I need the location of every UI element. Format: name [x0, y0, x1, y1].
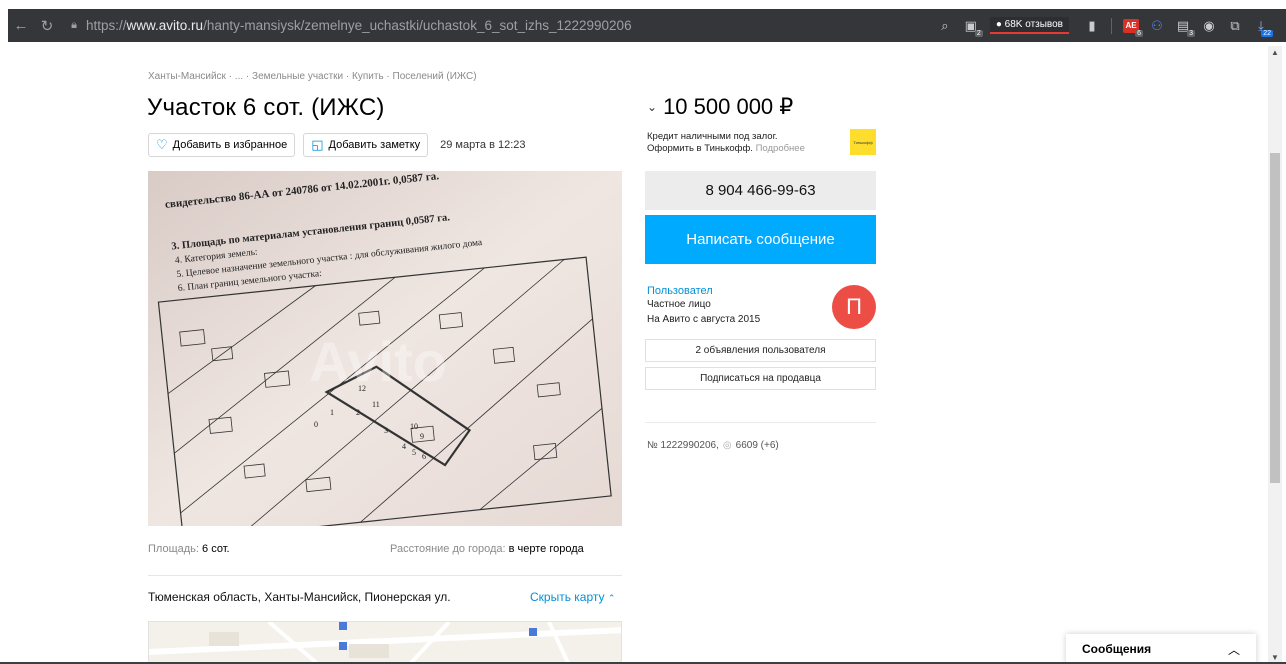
search-icon[interactable]: ⌕ — [932, 16, 958, 36]
download-icon[interactable]: ⤓ 22 — [1248, 16, 1274, 37]
user-ads-button[interactable]: 2 объявления пользователя — [645, 339, 876, 362]
extension-badge: 2 — [974, 29, 983, 37]
ae-badge: 6 — [1135, 29, 1143, 37]
bank-logo-text: Тинькофф — [853, 139, 873, 145]
credit-more-link[interactable]: Подробнее — [756, 143, 805, 154]
toolbar-extensions: ⌕ ▣ 2 ● 68K отзывов ▮ AE 6 ⚇ ▤ 3 ◉ ⧉ ⤓ 22 — [932, 16, 1286, 37]
area-label: Площадь: — [148, 543, 199, 555]
map-graphic — [149, 622, 621, 663]
eye-icon: ◎ — [722, 440, 732, 451]
svg-text:4: 4 — [402, 442, 406, 451]
svg-text:10: 10 — [410, 422, 418, 431]
url-host: www.avito.ru — [126, 18, 204, 33]
messenger-label: Сообщения — [1082, 642, 1152, 656]
avatar[interactable]: П — [832, 285, 876, 329]
svg-text:11: 11 — [372, 400, 380, 409]
param-distance: Расстояние до города: в черте города — [390, 543, 584, 555]
scrollbar-thumb[interactable] — [1270, 153, 1280, 483]
hide-map-label: Скрыть карту — [530, 590, 605, 604]
chevron-up-icon[interactable]: ︿ — [1228, 641, 1240, 658]
address-text: Тюменская область, Ханты-Мансийск, Пионе… — [148, 590, 451, 604]
distance-label: Расстояние до города: — [390, 543, 506, 555]
param-area: Площадь: 6 сот. — [148, 543, 230, 555]
area-value: 6 сот. — [202, 543, 230, 555]
ad-number: № 1222990206, — [647, 440, 719, 451]
tinkoff-logo[interactable]: Тинькофф — [850, 129, 876, 155]
write-message-button[interactable]: Написать сообщение — [645, 215, 876, 264]
scroll-up-icon[interactable]: ▲ — [1271, 48, 1279, 57]
credit-line-2: Оформить в Тинькофф. — [647, 143, 753, 154]
seller-type: Частное лицо — [647, 299, 711, 310]
listing-actions: ♡ Добавить в избранное ◱ Добавить заметк… — [148, 133, 526, 157]
add-note-label: Добавить заметку — [328, 139, 421, 151]
browser-toolbar: ← ↻ 🔒︎ https://www.avito.ru/hanty-mansiy… — [8, 9, 1286, 42]
credit-line-1: Кредит наличными под залог. — [647, 131, 778, 142]
seller-since: На Авито с августа 2015 — [647, 314, 761, 325]
view-count: 6609 (+6) — [735, 440, 779, 451]
back-arrow-icon[interactable]: ← — [8, 17, 34, 34]
divider — [148, 575, 622, 576]
svg-text:3: 3 — [384, 426, 388, 435]
media-extension-icon[interactable]: ▤ 3 — [1170, 16, 1196, 37]
svg-text:2: 2 — [356, 408, 360, 417]
media-badge: 3 — [1187, 29, 1195, 37]
person-extension-icon[interactable]: ⚇ — [1144, 16, 1170, 36]
map-preview[interactable] — [148, 621, 622, 664]
bookmark-icon[interactable]: ▮ — [1079, 16, 1105, 36]
note-icon: ◱ — [311, 137, 324, 152]
browser-chrome: ← ↻ 🔒︎ https://www.avito.ru/hanty-mansiy… — [0, 0, 1286, 46]
svg-text:6: 6 — [422, 452, 426, 461]
credit-offer: Кредит наличными под залог. Оформить в Т… — [647, 131, 805, 155]
add-note-button[interactable]: ◱ Добавить заметку — [303, 133, 429, 157]
circle-extension-icon[interactable]: ◉ — [1196, 16, 1222, 36]
reviews-label: 68K отзывов — [1004, 19, 1063, 30]
ad-stats: № 1222990206, ◎ 6609 (+6) — [647, 440, 779, 451]
svg-text:1: 1 — [330, 408, 334, 417]
page-title: Участок 6 сот. (ИЖС) — [147, 94, 385, 121]
url-path: /hanty-mansiysk/zemelnye_uchastki/uchast… — [203, 18, 632, 33]
distance-value: в черте города — [508, 543, 584, 555]
page-scrollbar[interactable]: ▲ ▼ — [1268, 46, 1282, 664]
heart-icon: ♡ — [156, 137, 168, 152]
svg-text:5: 5 — [412, 448, 416, 457]
listing-photo[interactable]: свидетельство 86-АА от 240786 от 14.02.2… — [148, 171, 622, 526]
add-favorite-button[interactable]: ♡ Добавить в избранное — [148, 133, 296, 157]
ae-extension-icon[interactable]: AE 6 — [1118, 16, 1144, 37]
cadastral-document-image: свидетельство 86-АА от 240786 от 14.02.2… — [148, 171, 622, 526]
chevron-up-icon: ⌃ — [607, 593, 616, 603]
svg-text:9: 9 — [420, 432, 424, 441]
toolbar-separator — [1111, 17, 1112, 34]
puzzle-icon[interactable]: ⧉ — [1222, 16, 1248, 36]
hide-map-link[interactable]: Скрыть карту ⌃ — [530, 590, 615, 604]
extension-icon[interactable]: ▣ 2 — [958, 16, 984, 37]
reload-icon[interactable]: ↻ — [34, 17, 60, 35]
add-favorite-label: Добавить в избранное — [172, 139, 288, 151]
avito-watermark: Avito — [309, 330, 447, 393]
breadcrumb[interactable]: Ханты-Мансийск · ... · Земельные участки… — [148, 71, 477, 82]
url-scheme: https:// — [86, 18, 127, 33]
listing-date: 29 марта в 12:23 — [440, 139, 526, 151]
seller-name-link[interactable]: Пользовател — [647, 285, 713, 297]
chevron-down-icon: ⌄ — [647, 100, 658, 114]
phone-button[interactable]: 8 904 466-99-63 — [645, 171, 876, 210]
address-bar[interactable]: https://www.avito.ru/hanty-mansiysk/zeme… — [86, 18, 632, 33]
price: 10 500 000 ₽ — [663, 94, 794, 119]
download-badge: 22 — [1261, 29, 1273, 37]
svg-text:0: 0 — [314, 420, 318, 429]
reviews-button[interactable]: ● 68K отзывов — [989, 17, 1069, 34]
messenger-widget[interactable]: Сообщения ︿ — [1066, 634, 1256, 664]
scroll-down-icon[interactable]: ▼ — [1271, 653, 1279, 662]
lock-icon[interactable]: 🔒︎ — [66, 19, 82, 32]
subscribe-button[interactable]: Подписаться на продавца — [645, 367, 876, 390]
price-block[interactable]: ⌄ 10 500 000 ₽ — [647, 94, 793, 120]
divider — [645, 422, 876, 423]
